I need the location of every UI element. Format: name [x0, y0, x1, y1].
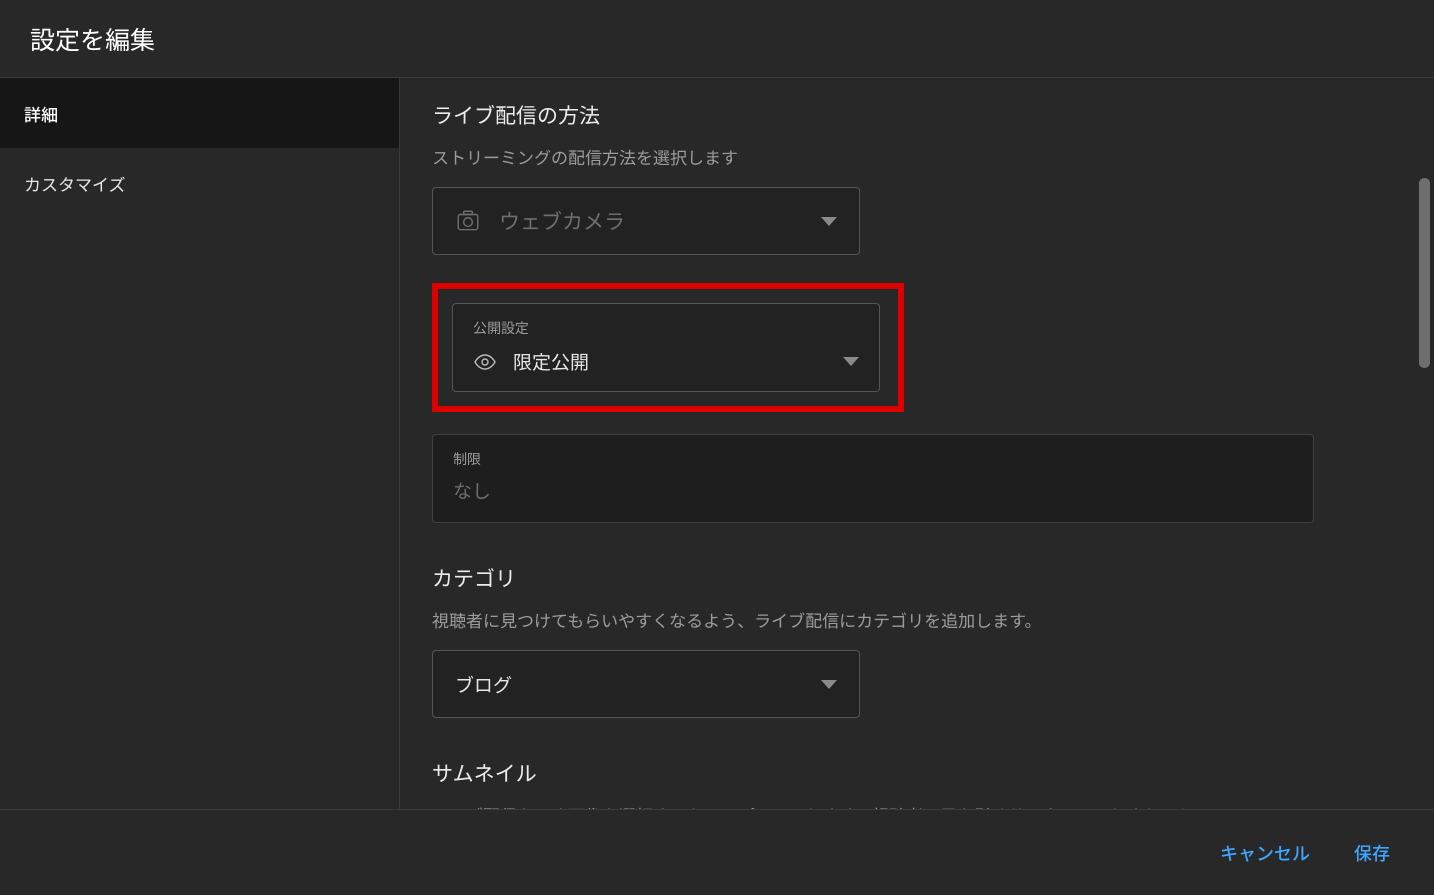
stream-method-select[interactable]: ウェブカメラ — [432, 187, 860, 255]
category-select[interactable]: ブログ — [432, 650, 860, 718]
eye-icon — [473, 350, 497, 374]
section-desc-stream-method: ストリーミングの配信方法を選択します — [432, 144, 1386, 169]
sidebar-item-label: カスタマイズ — [24, 171, 126, 196]
chevron-down-icon — [821, 680, 837, 689]
sidebar-item-customize[interactable]: カスタマイズ — [0, 148, 399, 218]
restriction-field[interactable]: 制限 なし — [432, 434, 1314, 523]
restriction-value: なし — [453, 477, 1293, 504]
sidebar-item-label: 詳細 — [24, 101, 58, 126]
settings-main: ライブ配信の方法 ストリーミングの配信方法を選択します ウェブカメラ 公開設定 — [400, 78, 1434, 809]
stream-method-value: ウェブカメラ — [499, 206, 821, 236]
save-button[interactable]: 保存 — [1350, 832, 1394, 874]
dialog-title: 設定を編集 — [30, 21, 155, 57]
settings-sidebar: 詳細 カスタマイズ — [0, 78, 400, 809]
chevron-down-icon — [843, 357, 859, 366]
section-title-stream-method: ライブ配信の方法 — [432, 100, 1386, 130]
sidebar-item-details[interactable]: 詳細 — [0, 78, 399, 148]
visibility-select[interactable]: 公開設定 限定公開 — [452, 303, 880, 392]
visibility-highlight: 公開設定 限定公開 — [432, 283, 904, 412]
section-title-thumbnail: サムネイル — [432, 758, 1386, 788]
dialog-header: 設定を編集 — [0, 0, 1434, 78]
edit-settings-dialog: 設定を編集 詳細 カスタマイズ ライブ配信の方法 ストリーミングの配信方法を選択… — [0, 0, 1434, 895]
settings-scroll-area: ライブ配信の方法 ストリーミングの配信方法を選択します ウェブカメラ 公開設定 — [400, 78, 1414, 809]
dialog-body: 詳細 カスタマイズ ライブ配信の方法 ストリーミングの配信方法を選択します ウェ… — [0, 78, 1434, 809]
restriction-label: 制限 — [453, 449, 1293, 469]
dialog-footer: キャンセル 保存 — [0, 809, 1434, 895]
category-value: ブログ — [455, 671, 821, 698]
section-title-category: カテゴリ — [432, 563, 1386, 593]
section-desc-thumbnail: ライブ配信を示す画像を選択するかアップロードします。視聴者の目を引くサムネイルに… — [432, 802, 1386, 809]
camera-icon — [455, 208, 481, 234]
visibility-value: 限定公開 — [513, 348, 843, 375]
section-desc-category: 視聴者に見つけてもらいやすくなるよう、ライブ配信にカテゴリを追加します。 — [432, 607, 1386, 632]
chevron-down-icon — [821, 217, 837, 226]
visibility-label: 公開設定 — [473, 318, 859, 338]
scrollbar-thumb[interactable] — [1419, 178, 1430, 368]
cancel-button[interactable]: キャンセル — [1216, 832, 1314, 874]
